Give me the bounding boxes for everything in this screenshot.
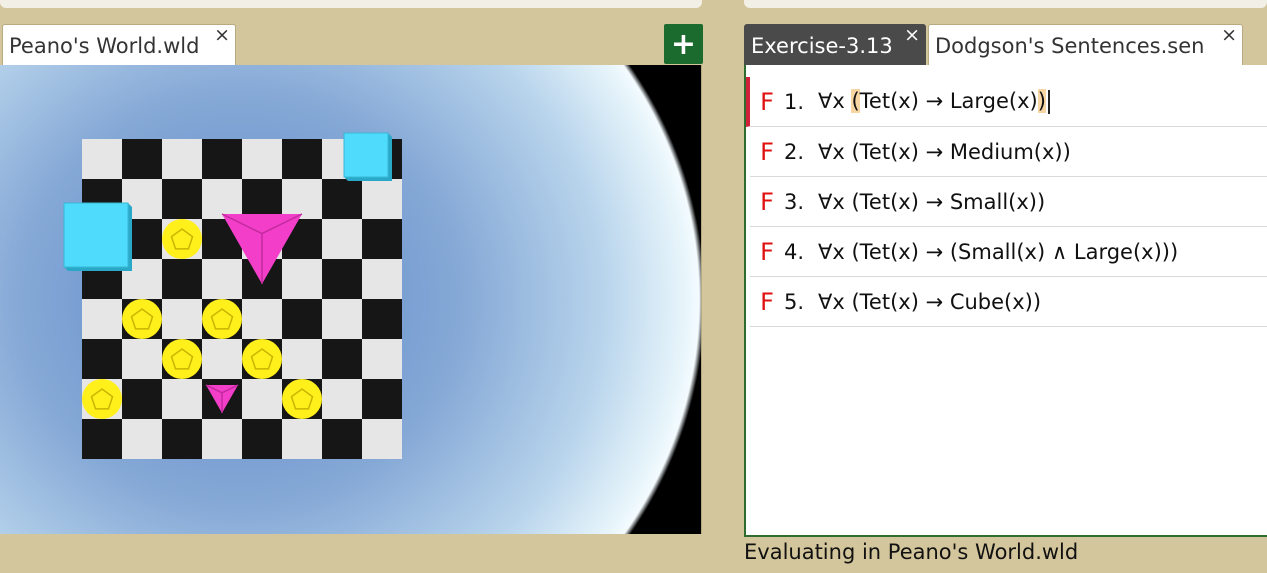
sentence-number: 1. [784,89,805,114]
dodec-medium[interactable] [202,299,242,339]
sentence-number: 3. [784,189,805,214]
board-square [162,179,202,219]
dodec-medium[interactable] [162,219,202,259]
board-square [82,419,122,459]
board-square [282,259,322,299]
truth-value: F [760,237,774,266]
board-square [322,339,362,379]
board-square [282,139,322,179]
world-view[interactable] [0,65,702,534]
tab-label: Exercise-3.13 [751,33,893,58]
board-square [322,259,362,299]
sentence-formula[interactable]: ∀x (Tet(x) → (Small(x) ∧ Large(x))) [818,240,1178,264]
tab-dodgsons-sentences[interactable]: Dodgson's Sentences.sen × [928,24,1243,66]
board-square [282,419,322,459]
left-pane-top-bar [0,0,702,8]
board-square [362,219,402,259]
sentence-row[interactable]: F 3. ∀x (Tet(x) → Small(x)) [750,177,1267,227]
cube-large[interactable] [63,202,132,271]
board-square [82,139,122,179]
close-icon[interactable]: × [1221,26,1237,45]
truth-value: F [760,87,774,116]
dodec-medium[interactable] [242,339,282,379]
sentence-formula[interactable]: ∀x (Tet(x) → Small(x)) [818,190,1045,214]
tab-exercise[interactable]: Exercise-3.13 × [744,24,926,66]
dodec-medium[interactable] [162,339,202,379]
truth-value: F [760,287,774,316]
board-square [242,139,282,179]
cube-medium[interactable] [343,132,392,181]
text-caret [1047,90,1050,114]
board-square [322,299,362,339]
board-square [242,179,282,219]
right-pane-top-bar [744,0,1267,8]
board-square [162,419,202,459]
board-square [122,339,162,379]
board-square [362,179,402,219]
board-square [122,139,162,179]
board-square [202,259,242,299]
truth-value: F [760,187,774,216]
formula-prefix: ∀x [818,89,852,113]
sentence-formula[interactable]: ∀x (Tet(x) → Medium(x)) [818,140,1071,164]
board-square [242,379,282,419]
board-square [202,179,242,219]
sentence-formula[interactable]: ∀x (Tet(x) → Cube(x)) [818,290,1041,314]
board-square [162,139,202,179]
sentence-row[interactable]: F 5. ∀x (Tet(x) → Cube(x)) [750,277,1267,327]
matched-paren-close: ) [1037,89,1046,113]
board-square [122,379,162,419]
sentence-row[interactable]: F 1. ∀x (Tet(x) → Large(x)) [746,77,1267,127]
sentence-number: 5. [784,289,805,314]
board-square [362,339,402,379]
truth-value: F [760,137,774,166]
close-icon[interactable]: × [214,26,230,45]
board-square [162,259,202,299]
board-square [202,339,242,379]
board-square [162,299,202,339]
board-square [162,379,202,419]
checkerboard [82,139,402,459]
board-square [282,339,322,379]
tab-peanos-world[interactable]: Peano's World.wld × [2,24,236,66]
sentence-number: 2. [784,139,805,164]
close-icon[interactable]: × [904,26,920,45]
board-square [282,299,322,339]
board-square [322,219,362,259]
sentence-row[interactable]: F 4. ∀x (Tet(x) → (Small(x) ∧ Large(x))) [750,227,1267,277]
board-square [122,419,162,459]
dodec-medium[interactable] [82,379,122,419]
plus-icon: + [670,26,697,62]
sentence-formula[interactable]: ∀x (Tet(x) → Large(x)) [818,89,1050,114]
board-square [322,379,362,419]
sentence-number: 4. [784,239,805,264]
board-square [82,299,122,339]
board-square [362,379,402,419]
board-square [362,419,402,459]
dodec-medium[interactable] [282,379,322,419]
board-square [82,339,122,379]
add-world-button[interactable]: + [664,24,703,64]
sentence-editor[interactable]: F 1. ∀x (Tet(x) → Large(x)) F 2. ∀x (Tet… [744,65,1267,537]
sentence-row[interactable]: F 2. ∀x (Tet(x) → Medium(x)) [750,127,1267,177]
formula-body: Tet(x) → Large(x) [859,89,1038,113]
board-square [362,299,402,339]
evaluation-status: Evaluating in Peano's World.wld [744,540,1079,564]
board-square [322,419,362,459]
world-canvas[interactable] [0,65,702,534]
board-square [362,259,402,299]
tab-label: Dodgson's Sentences.sen [935,33,1205,58]
board-square [242,419,282,459]
board-square [282,179,322,219]
board-square [202,419,242,459]
board-square [242,299,282,339]
dodec-medium[interactable] [122,299,162,339]
board-square [322,179,362,219]
tab-label: Peano's World.wld [9,33,200,58]
matched-paren-open: ( [851,89,860,113]
board-square [202,139,242,179]
